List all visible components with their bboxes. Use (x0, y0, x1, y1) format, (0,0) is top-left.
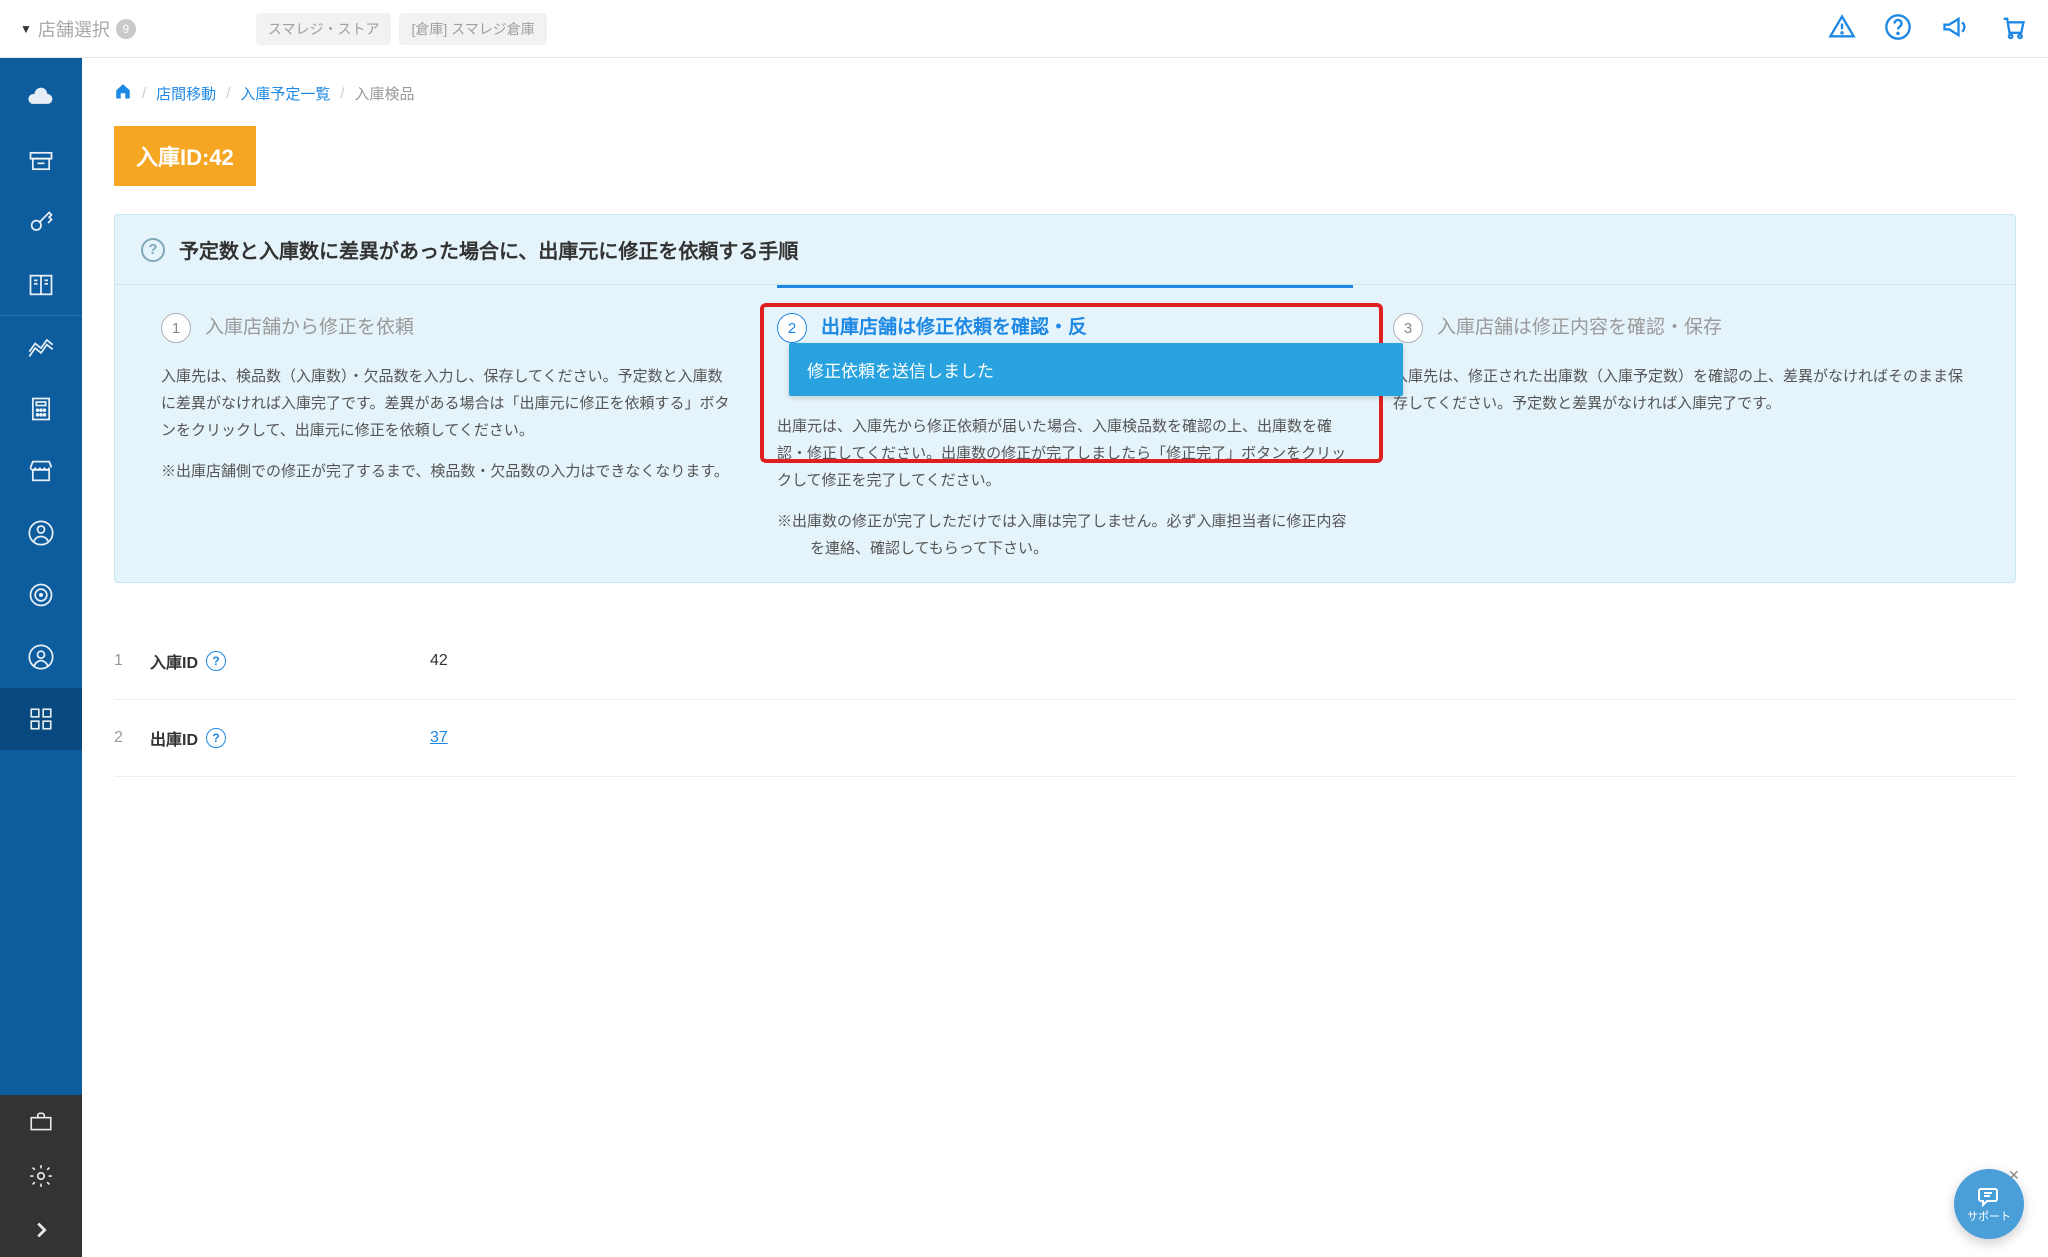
step-body: 入庫先は、修正された出庫数（入庫予定数）を確認の上、差異がなければそのまま保存し… (1393, 363, 1969, 417)
sidebar-bottom (0, 1095, 82, 1257)
page-title-badge: 入庫ID:42 (114, 126, 256, 186)
step-title: 出庫店舗は修正依頼を確認・反 (821, 314, 1087, 343)
sidebar-item-settings[interactable] (0, 1149, 82, 1203)
tooltip-help-icon[interactable]: ? (206, 651, 226, 671)
detail-rows: 1 入庫ID ? 42 2 出庫ID ? 37 (82, 623, 2048, 777)
close-icon[interactable]: ✕ (2008, 1167, 2026, 1185)
step-number-badge: 1 (161, 313, 191, 343)
breadcrumb-sep: / (226, 85, 230, 102)
step-head: 3 入庫店舗は修正内容を確認・保存 (1393, 313, 1969, 343)
help-step-3: 3 入庫店舗は修正内容を確認・保存 入庫先は、修正された出庫数（入庫予定数）を確… (1373, 313, 1989, 562)
cart-icon[interactable] (1998, 13, 2028, 44)
sidebar-item-apps[interactable] (0, 688, 82, 750)
sidebar-item-book[interactable] (0, 254, 82, 316)
sidebar-item-store[interactable] (0, 440, 82, 502)
help-panel: ? 予定数と入庫数に差異があった場合に、出庫元に修正を依頼する手順 1 入庫店舗… (114, 214, 2016, 583)
breadcrumb-current: 入庫検品 (355, 83, 415, 104)
row-label-text: 入庫ID (150, 649, 198, 673)
help-icon[interactable] (1884, 13, 1912, 44)
breadcrumb-link[interactable]: 店間移動 (156, 83, 216, 104)
sidebar (0, 58, 82, 1257)
sidebar-item-briefcase[interactable] (0, 1095, 82, 1149)
row-value: 42 (430, 652, 448, 670)
store-count-badge: 9 (116, 19, 136, 39)
sidebar-item-cloud[interactable] (0, 68, 82, 130)
row-index: 2 (114, 729, 150, 747)
row-label: 出庫ID ? (150, 726, 430, 750)
help-steps: 1 入庫店舗から修正を依頼 入庫先は、検品数（入庫数）・欠品数を入力し、保存して… (115, 285, 2015, 582)
store-selector[interactable]: ▼ 店舗選択 9 (20, 16, 136, 42)
sidebar-item-expand[interactable] (0, 1203, 82, 1257)
sidebar-item-target[interactable] (0, 564, 82, 626)
step-head: 2 出庫店舗は修正依頼を確認・反 (777, 313, 1353, 343)
tooltip-help-icon[interactable]: ? (206, 728, 226, 748)
detail-row: 1 入庫ID ? 42 (114, 623, 2016, 700)
toast-notification: 修正依頼を送信しました (789, 343, 1403, 396)
help-question-icon: ? (141, 238, 165, 262)
breadcrumb: / 店間移動 / 入庫予定一覧 / 入庫検品 (82, 82, 2048, 126)
step-title: 入庫店舗から修正を依頼 (205, 314, 414, 343)
help-panel-title: 予定数と入庫数に差異があった場合に、出庫元に修正を依頼する手順 (179, 235, 798, 264)
detail-row: 2 出庫ID ? 37 (114, 700, 2016, 777)
store-selector-label: 店舗選択 (38, 16, 110, 42)
support-label: サポート (1967, 1208, 2011, 1224)
sidebar-item-profile[interactable] (0, 626, 82, 688)
alert-icon[interactable] (1828, 13, 1856, 44)
step-note: ※出庫数の修正が完了しただけでは入庫は完了しません。必ず入庫担当者に修正内容を連… (777, 508, 1353, 562)
store-chip[interactable]: [倉庫] スマレジ倉庫 (399, 13, 546, 45)
help-step-1: 1 入庫店舗から修正を依頼 入庫先は、検品数（入庫数）・欠品数を入力し、保存して… (141, 313, 757, 562)
help-step-2: 2 出庫店舗は修正依頼を確認・反 修正依頼を送信しました 出庫元は、入庫先から修… (757, 313, 1373, 562)
breadcrumb-sep: / (340, 85, 344, 102)
step-head: 1 入庫店舗から修正を依頼 (161, 313, 737, 343)
step-body: 出庫元は、入庫先から修正依頼が届いた場合、入庫検品数を確認の上、出庫数を確認・修… (777, 413, 1353, 494)
help-panel-header: ? 予定数と入庫数に差異があった場合に、出庫元に修正を依頼する手順 (115, 215, 2015, 285)
sidebar-item-analytics[interactable] (0, 316, 82, 378)
step-body: 入庫先は、検品数（入庫数）・欠品数を入力し、保存してください。予定数と入庫数に差… (161, 363, 737, 444)
store-chips: スマレジ・ストア [倉庫] スマレジ倉庫 (256, 13, 547, 45)
row-value-link[interactable]: 37 (430, 729, 448, 747)
dropdown-triangle-icon: ▼ (20, 22, 32, 36)
step-note: ※出庫店舗側での修正が完了するまで、検品数・欠品数の入力はできなくなります。 (161, 458, 737, 485)
step-title: 入庫店舗は修正内容を確認・保存 (1437, 314, 1722, 343)
step-number-badge: 2 (777, 313, 807, 343)
row-label-text: 出庫ID (150, 726, 198, 750)
breadcrumb-link[interactable]: 入庫予定一覧 (240, 83, 330, 104)
sidebar-item-archive[interactable] (0, 130, 82, 192)
main-content: / 店間移動 / 入庫予定一覧 / 入庫検品 入庫ID:42 ? 予定数と入庫数… (82, 58, 2048, 817)
header-action-icons (1828, 13, 2028, 44)
step-number-badge: 3 (1393, 313, 1423, 343)
breadcrumb-sep: / (142, 85, 146, 102)
row-index: 1 (114, 652, 150, 670)
sidebar-item-calc[interactable] (0, 378, 82, 440)
home-icon[interactable] (114, 82, 132, 104)
top-header: ▼ 店舗選択 9 スマレジ・ストア [倉庫] スマレジ倉庫 (0, 0, 2048, 58)
row-label: 入庫ID ? (150, 649, 430, 673)
announce-icon[interactable] (1940, 13, 1970, 44)
support-button[interactable]: ✕ サポート (1954, 1169, 2024, 1239)
sidebar-item-user[interactable] (0, 502, 82, 564)
store-chip[interactable]: スマレジ・ストア (256, 13, 392, 45)
sidebar-item-key[interactable] (0, 192, 82, 254)
